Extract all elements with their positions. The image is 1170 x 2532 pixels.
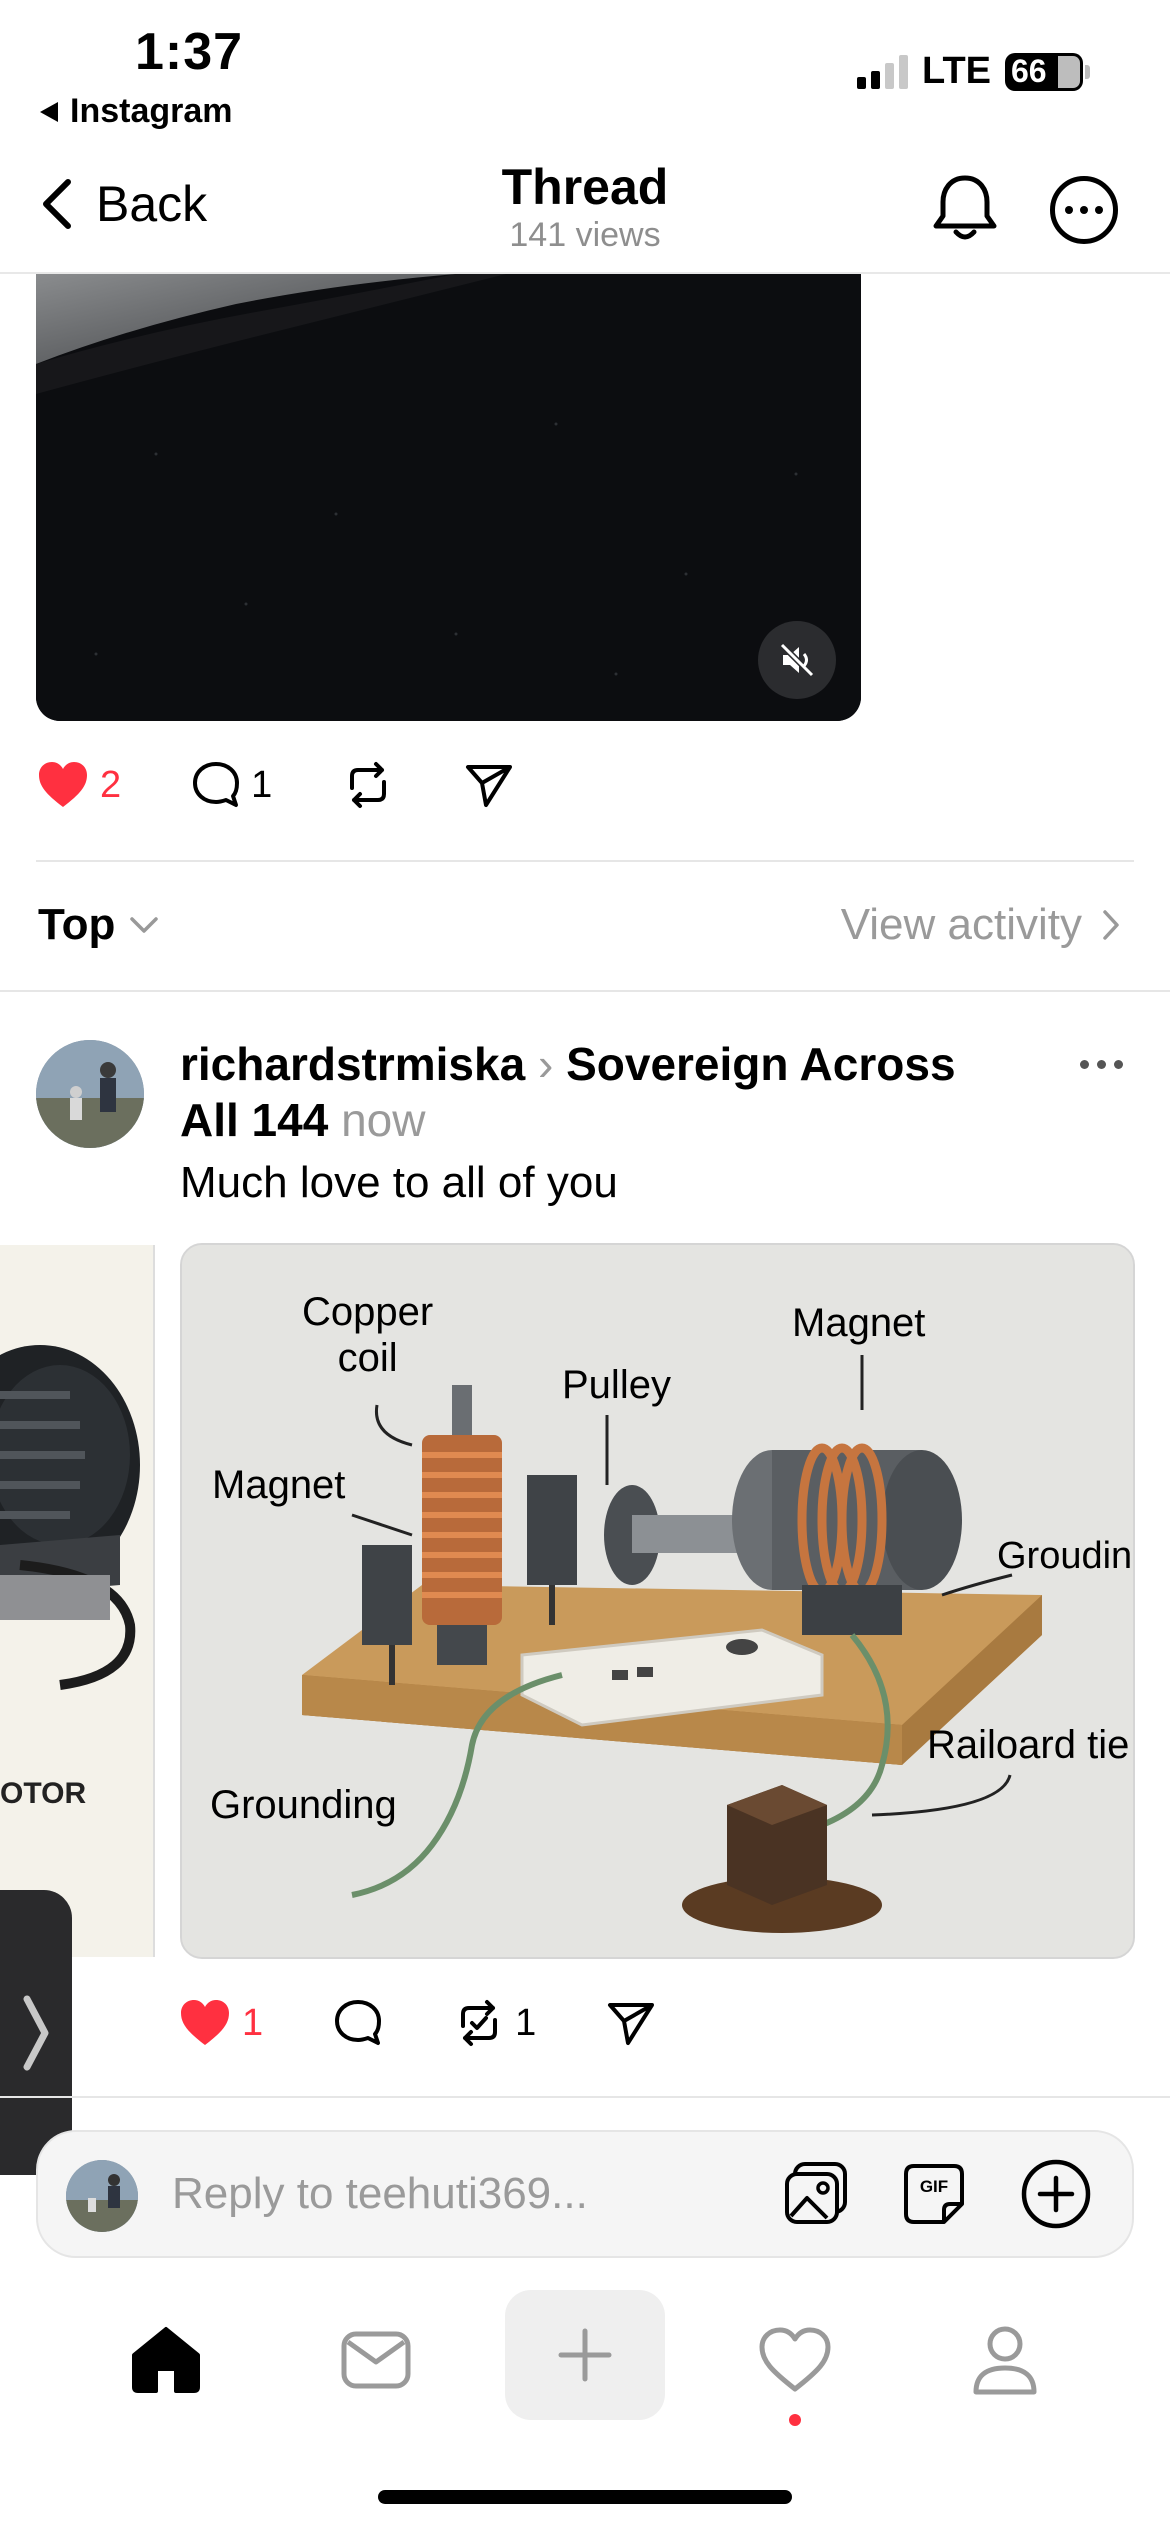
signal-icon <box>857 54 909 89</box>
network-label: LTE <box>922 50 991 92</box>
back-to-app-link[interactable]: Instagram <box>38 92 233 131</box>
nav-create[interactable] <box>505 2290 665 2420</box>
video-frame <box>36 274 861 721</box>
bottom-navigation <box>0 2290 1170 2440</box>
label-grounding-right: Groudin <box>997 1535 1133 1577</box>
plus-icon <box>558 2328 612 2382</box>
battery-level: 66 <box>1011 53 1047 89</box>
mail-icon <box>341 2331 411 2389</box>
more-options-button[interactable] <box>1050 176 1118 244</box>
like-count: 2 <box>100 763 122 806</box>
mute-button[interactable] <box>758 621 836 699</box>
reply-post-actions: 1 1 <box>178 1998 726 2048</box>
back-triangle-icon <box>40 101 58 122</box>
gif-icon[interactable]: GIF <box>900 2160 968 2228</box>
label-grounding-left: Grounding <box>210 1783 397 1827</box>
section-divider <box>0 990 1170 992</box>
status-time: 1:37 <box>135 23 244 81</box>
actions-divider <box>36 860 1134 862</box>
carousel-previous-image[interactable]: OTOR <box>0 1245 155 1957</box>
sort-dropdown[interactable]: Top <box>38 900 159 950</box>
reply-like-count: 1 <box>242 2001 264 2044</box>
battery-icon: 66 <box>1005 52 1083 91</box>
nav-home[interactable] <box>86 2290 246 2430</box>
chevron-right-icon <box>23 1995 49 2070</box>
motor-label: OTOR <box>0 1777 87 1810</box>
reply-repost-count: 1 <box>515 2001 537 2044</box>
home-indicator[interactable] <box>378 2490 792 2504</box>
repost-icon <box>350 762 387 808</box>
like-button[interactable]: 2 <box>36 760 121 810</box>
profile-icon <box>973 2326 1037 2395</box>
comment-icon <box>335 2000 382 2045</box>
svg-text:GIF: GIF <box>920 2177 948 2196</box>
reply-divider <box>0 2096 1170 2098</box>
sort-label: Top <box>38 900 116 949</box>
reply-repost-button[interactable]: 1 <box>453 1998 536 2048</box>
post-actions: 2 1 <box>36 760 584 810</box>
user-avatar <box>66 2160 138 2232</box>
chevron-right-icon <box>1103 910 1119 940</box>
share-button[interactable] <box>464 761 514 809</box>
nav-messages[interactable] <box>296 2290 456 2430</box>
repost-button[interactable] <box>342 760 394 810</box>
reply-like-button[interactable]: 1 <box>178 1998 263 2048</box>
label-railroad-tie: Railoard tie <box>927 1723 1130 1767</box>
author-avatar[interactable] <box>36 1040 144 1148</box>
repost-check-icon <box>461 2000 498 2046</box>
carousel-image[interactable]: Copper coil Magnet Pulley Magnet Groudin… <box>180 1243 1135 1959</box>
heart-filled-icon <box>181 2000 229 2045</box>
post-header: richardstrmiska › Sovereign Across All 1… <box>180 1036 1010 1148</box>
bell-icon[interactable] <box>930 172 1000 244</box>
comment-count: 1 <box>251 763 273 806</box>
chevron-right-icon: › <box>537 1038 554 1090</box>
back-app-label: Instagram <box>70 92 233 130</box>
label-copper: Copper <box>302 1290 434 1334</box>
nav-activity[interactable] <box>715 2290 875 2430</box>
send-icon <box>608 2003 655 2045</box>
reply-share-button[interactable] <box>606 1999 656 2047</box>
add-circle-icon[interactable] <box>1020 2158 1092 2230</box>
comment-icon <box>193 762 240 807</box>
post-text: Much love to all of you <box>180 1158 618 1207</box>
status-indicators: LTE 66 <box>857 50 1090 93</box>
send-icon <box>466 765 513 807</box>
author-name[interactable]: richardstrmiska <box>180 1038 525 1090</box>
speaker-muted-icon <box>779 642 815 678</box>
comment-button[interactable]: 1 <box>191 760 272 810</box>
label-pulley: Pulley <box>562 1363 671 1407</box>
post-more-button[interactable] <box>1080 1060 1123 1069</box>
view-activity-link[interactable]: View activity <box>841 900 1120 950</box>
video-player[interactable] <box>36 274 861 721</box>
post-time: now <box>341 1094 426 1146</box>
reply-comment-button[interactable] <box>333 1998 383 2048</box>
notification-dot <box>789 2414 801 2426</box>
gallery-icon[interactable] <box>783 2160 851 2228</box>
heart-outline-icon <box>759 2327 831 2392</box>
view-activity-label: View activity <box>840 900 1082 949</box>
heart-filled-icon <box>39 762 87 807</box>
chevron-down-icon <box>130 917 159 933</box>
home-icon <box>132 2327 200 2393</box>
reply-input[interactable] <box>172 2164 772 2224</box>
label-magnet-left: Magnet <box>212 1463 346 1507</box>
label-magnet-top: Magnet <box>792 1301 926 1345</box>
nav-profile[interactable] <box>925 2290 1085 2430</box>
label-coil: coil <box>337 1336 398 1380</box>
